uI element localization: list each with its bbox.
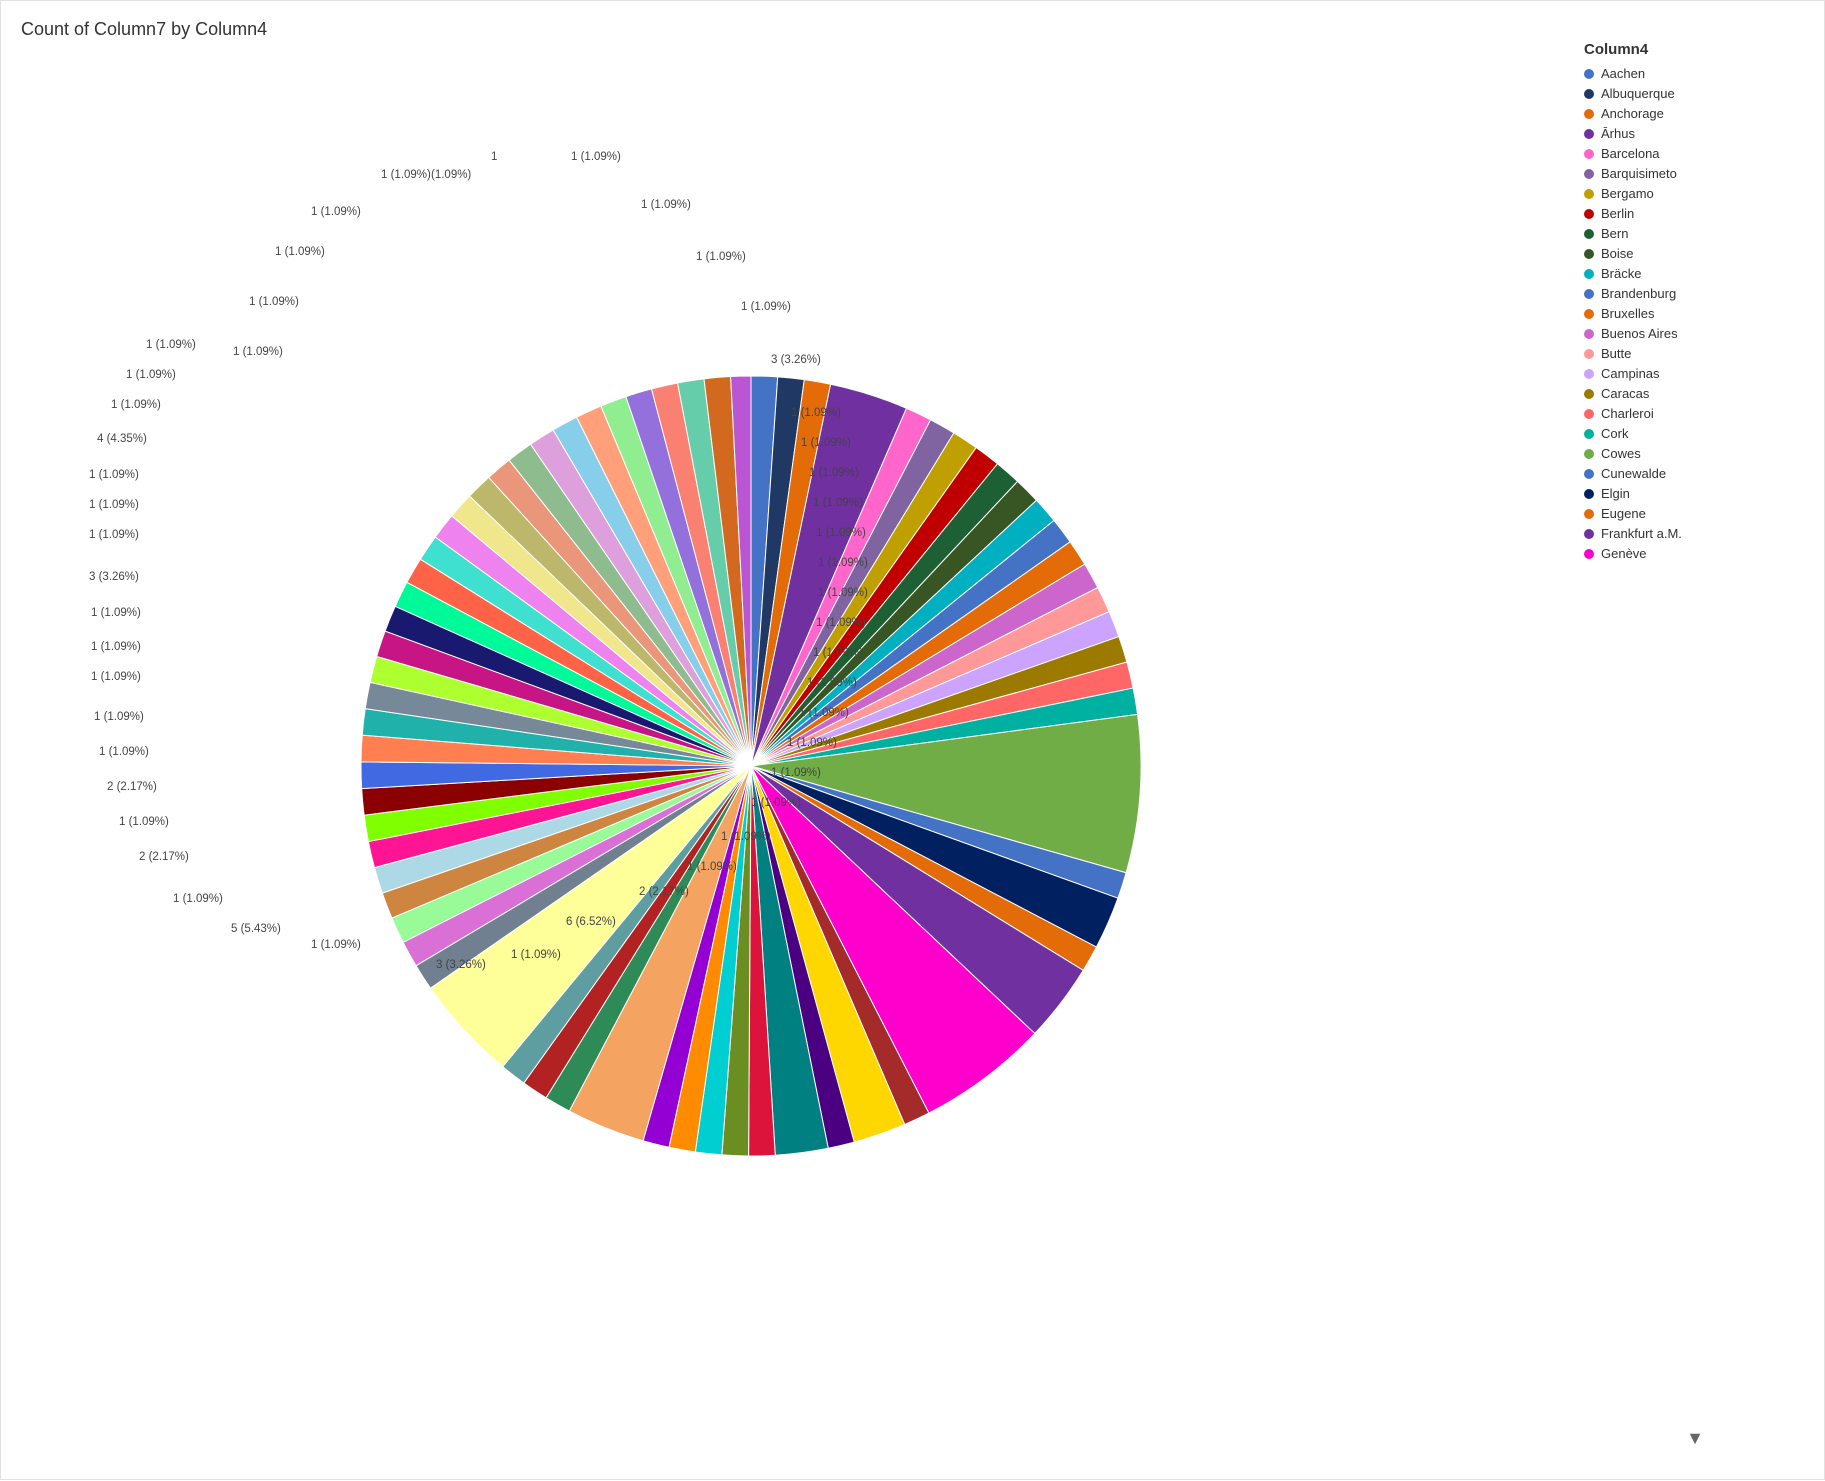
legend-item: Bergamo bbox=[1584, 186, 1814, 201]
legend-item: Butte bbox=[1584, 346, 1814, 361]
legend-item: Campinas bbox=[1584, 366, 1814, 381]
legend-item: Aachen bbox=[1584, 66, 1814, 81]
legend-item: Boise bbox=[1584, 246, 1814, 261]
legend-color-dot bbox=[1584, 349, 1594, 359]
legend-item-label: Bräcke bbox=[1601, 266, 1641, 281]
legend: Column4 Aachen Albuquerque Anchorage Ārh… bbox=[1584, 41, 1814, 566]
legend-item-label: Campinas bbox=[1601, 366, 1660, 381]
legend-item: Buenos Aires bbox=[1584, 326, 1814, 341]
legend-items: Aachen Albuquerque Anchorage Ārhus Barce… bbox=[1584, 66, 1814, 561]
legend-item: Bruxelles bbox=[1584, 306, 1814, 321]
legend-color-dot bbox=[1584, 269, 1594, 279]
legend-item-label: Cork bbox=[1601, 426, 1628, 441]
legend-item: Elgin bbox=[1584, 486, 1814, 501]
legend-item-label: Boise bbox=[1601, 246, 1634, 261]
legend-color-dot bbox=[1584, 289, 1594, 299]
legend-title: Column4 bbox=[1584, 41, 1814, 58]
legend-item-label: Frankfurt a.M. bbox=[1601, 526, 1682, 541]
legend-item: Cunewalde bbox=[1584, 466, 1814, 481]
legend-color-dot bbox=[1584, 369, 1594, 379]
legend-color-dot bbox=[1584, 129, 1594, 139]
legend-item: Brandenburg bbox=[1584, 286, 1814, 301]
legend-item: Bern bbox=[1584, 226, 1814, 241]
legend-item: Albuquerque bbox=[1584, 86, 1814, 101]
legend-item-label: Berlin bbox=[1601, 206, 1634, 221]
legend-item-label: Bergamo bbox=[1601, 186, 1654, 201]
legend-item: Ārhus bbox=[1584, 126, 1814, 141]
legend-item-label: Bern bbox=[1601, 226, 1628, 241]
chart-area bbox=[1, 51, 1501, 1481]
legend-item-label: Ārhus bbox=[1601, 126, 1635, 141]
legend-item: Frankfurt a.M. bbox=[1584, 526, 1814, 541]
legend-item: Caracas bbox=[1584, 386, 1814, 401]
legend-item: Bräcke bbox=[1584, 266, 1814, 281]
legend-color-dot bbox=[1584, 249, 1594, 259]
legend-color-dot bbox=[1584, 169, 1594, 179]
legend-item: Anchorage bbox=[1584, 106, 1814, 121]
legend-color-dot bbox=[1584, 549, 1594, 559]
legend-item: Genève bbox=[1584, 546, 1814, 561]
legend-color-dot bbox=[1584, 409, 1594, 419]
legend-item-label: Cowes bbox=[1601, 446, 1641, 461]
legend-color-dot bbox=[1584, 149, 1594, 159]
legend-color-dot bbox=[1584, 229, 1594, 239]
legend-color-dot bbox=[1584, 389, 1594, 399]
legend-color-dot bbox=[1584, 109, 1594, 119]
legend-color-dot bbox=[1584, 209, 1594, 219]
legend-color-dot bbox=[1584, 529, 1594, 539]
legend-item-label: Eugene bbox=[1601, 506, 1646, 521]
legend-color-dot bbox=[1584, 449, 1594, 459]
legend-color-dot bbox=[1584, 469, 1594, 479]
legend-color-dot bbox=[1584, 89, 1594, 99]
legend-item: Berlin bbox=[1584, 206, 1814, 221]
legend-item-label: Charleroi bbox=[1601, 406, 1654, 421]
legend-item-label: Butte bbox=[1601, 346, 1631, 361]
legend-item-label: Barcelona bbox=[1601, 146, 1660, 161]
legend-item-label: Elgin bbox=[1601, 486, 1630, 501]
legend-color-dot bbox=[1584, 69, 1594, 79]
legend-color-dot bbox=[1584, 189, 1594, 199]
legend-color-dot bbox=[1584, 429, 1594, 439]
legend-item-label: Aachen bbox=[1601, 66, 1645, 81]
legend-item-label: Caracas bbox=[1601, 386, 1649, 401]
legend-item-label: Albuquerque bbox=[1601, 86, 1675, 101]
legend-color-dot bbox=[1584, 509, 1594, 519]
legend-item: Cork bbox=[1584, 426, 1814, 441]
legend-item-label: Brandenburg bbox=[1601, 286, 1676, 301]
legend-item: Barcelona bbox=[1584, 146, 1814, 161]
legend-item: Cowes bbox=[1584, 446, 1814, 461]
pie-chart bbox=[351, 366, 1151, 1166]
legend-color-dot bbox=[1584, 329, 1594, 339]
legend-color-dot bbox=[1584, 309, 1594, 319]
legend-item-label: Genève bbox=[1601, 546, 1647, 561]
legend-item: Barquisimeto bbox=[1584, 166, 1814, 181]
legend-item-label: Bruxelles bbox=[1601, 306, 1654, 321]
chart-title: Count of Column7 by Column4 bbox=[21, 19, 267, 40]
legend-item-label: Barquisimeto bbox=[1601, 166, 1677, 181]
legend-color-dot bbox=[1584, 489, 1594, 499]
legend-item: Charleroi bbox=[1584, 406, 1814, 421]
legend-item-label: Anchorage bbox=[1601, 106, 1664, 121]
legend-item-label: Cunewalde bbox=[1601, 466, 1666, 481]
legend-item-label: Buenos Aires bbox=[1601, 326, 1678, 341]
legend-item: Eugene bbox=[1584, 506, 1814, 521]
scroll-down-icon[interactable]: ▼ bbox=[1686, 1428, 1704, 1449]
